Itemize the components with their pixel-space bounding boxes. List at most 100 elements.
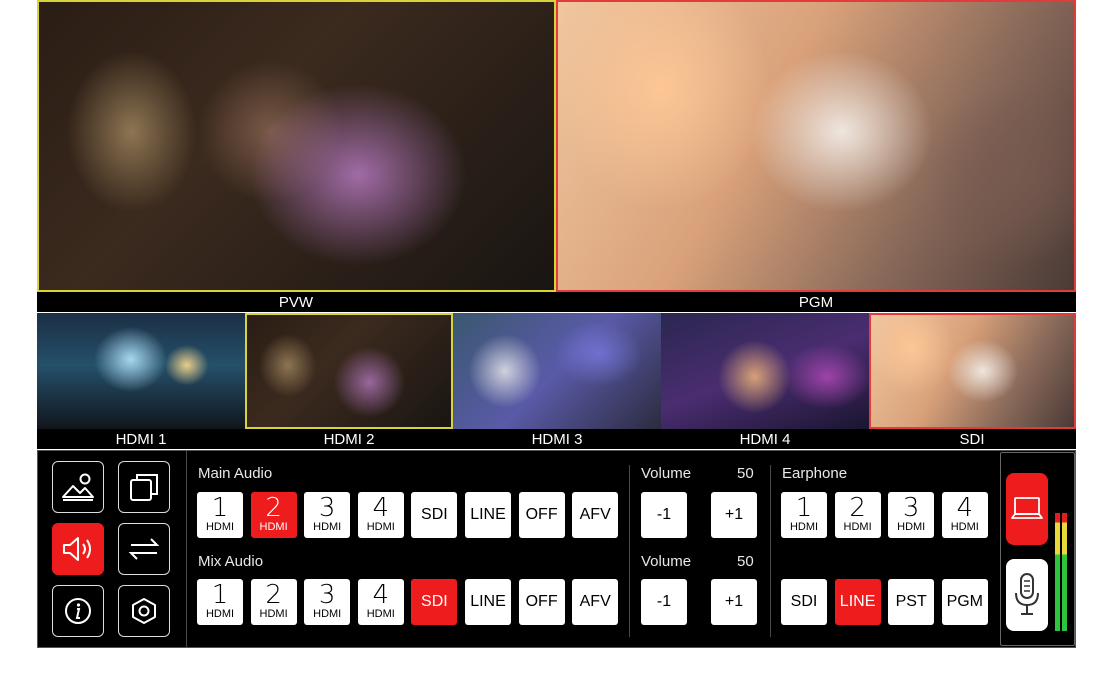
main-audio-key-afv[interactable]: AFV (572, 492, 619, 538)
key-sublabel: HDMI (897, 521, 926, 533)
settings-button[interactable] (118, 585, 170, 637)
earphone-key-hdmi-3[interactable]: 3 HDMI (888, 492, 935, 538)
main-volume-label: Volume (641, 465, 692, 482)
settings-hexagon-icon (132, 598, 156, 624)
stream-record-button[interactable] (1006, 473, 1048, 545)
key-number: 4 (956, 493, 974, 523)
key-sublabel: HDMI (259, 521, 288, 533)
laptop-icon (1011, 497, 1043, 519)
key-sublabel: HDMI (259, 608, 288, 620)
source-label-bar: HDMI 1 HDMI 2 HDMI 3 HDMI 4 SDI (37, 429, 1076, 449)
key-number: 1 (211, 580, 229, 610)
source-label-sdi: SDI (959, 431, 985, 448)
mix-audio-title: Mix Audio (198, 553, 264, 570)
main-audio-key-off[interactable]: OFF (518, 492, 565, 538)
audio-level-meter-left (1055, 513, 1060, 631)
source-label-hdmi-4: HDMI 4 (739, 431, 791, 448)
earphone-key-pst[interactable]: PST (888, 579, 935, 625)
audio-level-meter-right (1062, 513, 1067, 631)
key-label: LINE (470, 593, 506, 610)
earphone-title: Earphone (782, 465, 848, 482)
key-label: LINE (470, 506, 506, 523)
key-number: 2 (265, 580, 282, 610)
key-number: 1 (795, 493, 813, 523)
key-label: AFV (579, 506, 611, 523)
microphone-icon (1015, 573, 1039, 615)
key-number: 3 (318, 580, 336, 610)
key-label: SDI (421, 506, 448, 523)
preview-monitor (37, 0, 556, 292)
key-number: 2 (849, 493, 866, 523)
audio-button[interactable] (52, 523, 104, 575)
key-sublabel: HDMI (205, 521, 235, 533)
main-audio-key-hdmi-4[interactable]: 4 HDMI (357, 492, 404, 538)
source-thumb-sdi[interactable] (869, 313, 1076, 429)
image-button[interactable] (52, 461, 104, 513)
source-thumb-hdmi-1[interactable] (37, 313, 245, 429)
key-number: 1 (211, 493, 229, 523)
audio-control-panel: Main Audio 1 HDMI 2 HDMI 3 HDMI 4 HDMI SDI LINE OF… (37, 450, 1076, 648)
main-volume-minus-button[interactable]: -1 (641, 492, 687, 538)
key-label: OFF (525, 593, 558, 610)
earphone-key-sdi[interactable]: SDI (781, 579, 827, 625)
key-sublabel: HDMI (789, 521, 819, 533)
layers-icon (130, 474, 158, 501)
mix-audio-key-hdmi-4[interactable]: 4 HDMI (357, 579, 404, 625)
mix-volume-minus-button[interactable]: -1 (641, 579, 687, 625)
pvw-label: PVW (278, 294, 314, 311)
mix-audio-key-sdi[interactable]: SDI (411, 579, 458, 625)
info-button[interactable] (52, 585, 104, 637)
main-volume-value: 50 (737, 465, 754, 482)
main-audio-title: Main Audio (198, 465, 273, 482)
main-audio-key-line[interactable]: LINE (465, 492, 511, 538)
mix-audio-key-hdmi-2[interactable]: 2 HDMI (250, 579, 297, 625)
info-icon (65, 598, 91, 624)
main-audio-key-sdi[interactable]: SDI (411, 492, 458, 538)
key-sublabel: HDMI (366, 521, 395, 533)
source-thumb-hdmi-3[interactable] (453, 313, 661, 429)
key-sublabel: HDMI (843, 521, 872, 533)
earphone-key-hdmi-4[interactable]: 4 HDMI (941, 492, 988, 538)
source-label-hdmi-2: HDMI 2 (323, 431, 375, 448)
mix-volume-value: 50 (737, 553, 754, 570)
program-monitor (556, 0, 1076, 292)
key-label: LINE (839, 593, 876, 610)
key-sublabel: HDMI (205, 608, 235, 620)
earphone-key-hdmi-2[interactable]: 2 HDMI (834, 492, 881, 538)
key-label: PST (895, 593, 927, 610)
key-sublabel: HDMI (313, 608, 342, 620)
layers-button[interactable] (118, 461, 170, 513)
mix-audio-key-afv[interactable]: AFV (572, 579, 619, 625)
source-thumb-hdmi-2[interactable] (245, 313, 453, 429)
earphone-key-line[interactable]: LINE (834, 579, 881, 625)
key-label: SDI (421, 593, 448, 610)
key-label: OFF (525, 506, 558, 523)
transition-arrows-icon (128, 538, 160, 560)
key-number: 3 (902, 493, 920, 523)
key-label: SDI (790, 593, 818, 610)
earphone-key-hdmi-1[interactable]: 1 HDMI (781, 492, 827, 538)
microphone-button[interactable] (1006, 559, 1048, 631)
earphone-key-pgm[interactable]: PGM (941, 579, 988, 625)
pgm-label: PGM (798, 294, 834, 311)
main-audio-key-hdmi-3[interactable]: 3 HDMI (304, 492, 351, 538)
mix-audio-key-line[interactable]: LINE (465, 579, 511, 625)
main-audio-key-hdmi-2[interactable]: 2 HDMI (250, 492, 297, 538)
mix-audio-key-hdmi-3[interactable]: 3 HDMI (304, 579, 351, 625)
main-audio-key-hdmi-1[interactable]: 1 HDMI (197, 492, 243, 538)
mix-audio-key-off[interactable]: OFF (518, 579, 565, 625)
mix-audio-key-hdmi-1[interactable]: 1 HDMI (197, 579, 243, 625)
transition-button[interactable] (118, 523, 170, 575)
source-thumb-hdmi-4[interactable] (661, 313, 869, 429)
source-label-hdmi-3: HDMI 3 (531, 431, 583, 448)
key-label: AFV (579, 593, 611, 610)
source-label-hdmi-1: HDMI 1 (115, 431, 167, 448)
speaker-icon (63, 537, 91, 561)
key-number: 3 (318, 493, 336, 523)
image-icon (62, 473, 94, 501)
key-sublabel: HDMI (313, 521, 342, 533)
main-volume-plus-button[interactable]: +1 (711, 492, 757, 538)
key-number: 4 (372, 580, 390, 610)
key-sublabel: HDMI (950, 521, 979, 533)
mix-volume-plus-button[interactable]: +1 (711, 579, 757, 625)
